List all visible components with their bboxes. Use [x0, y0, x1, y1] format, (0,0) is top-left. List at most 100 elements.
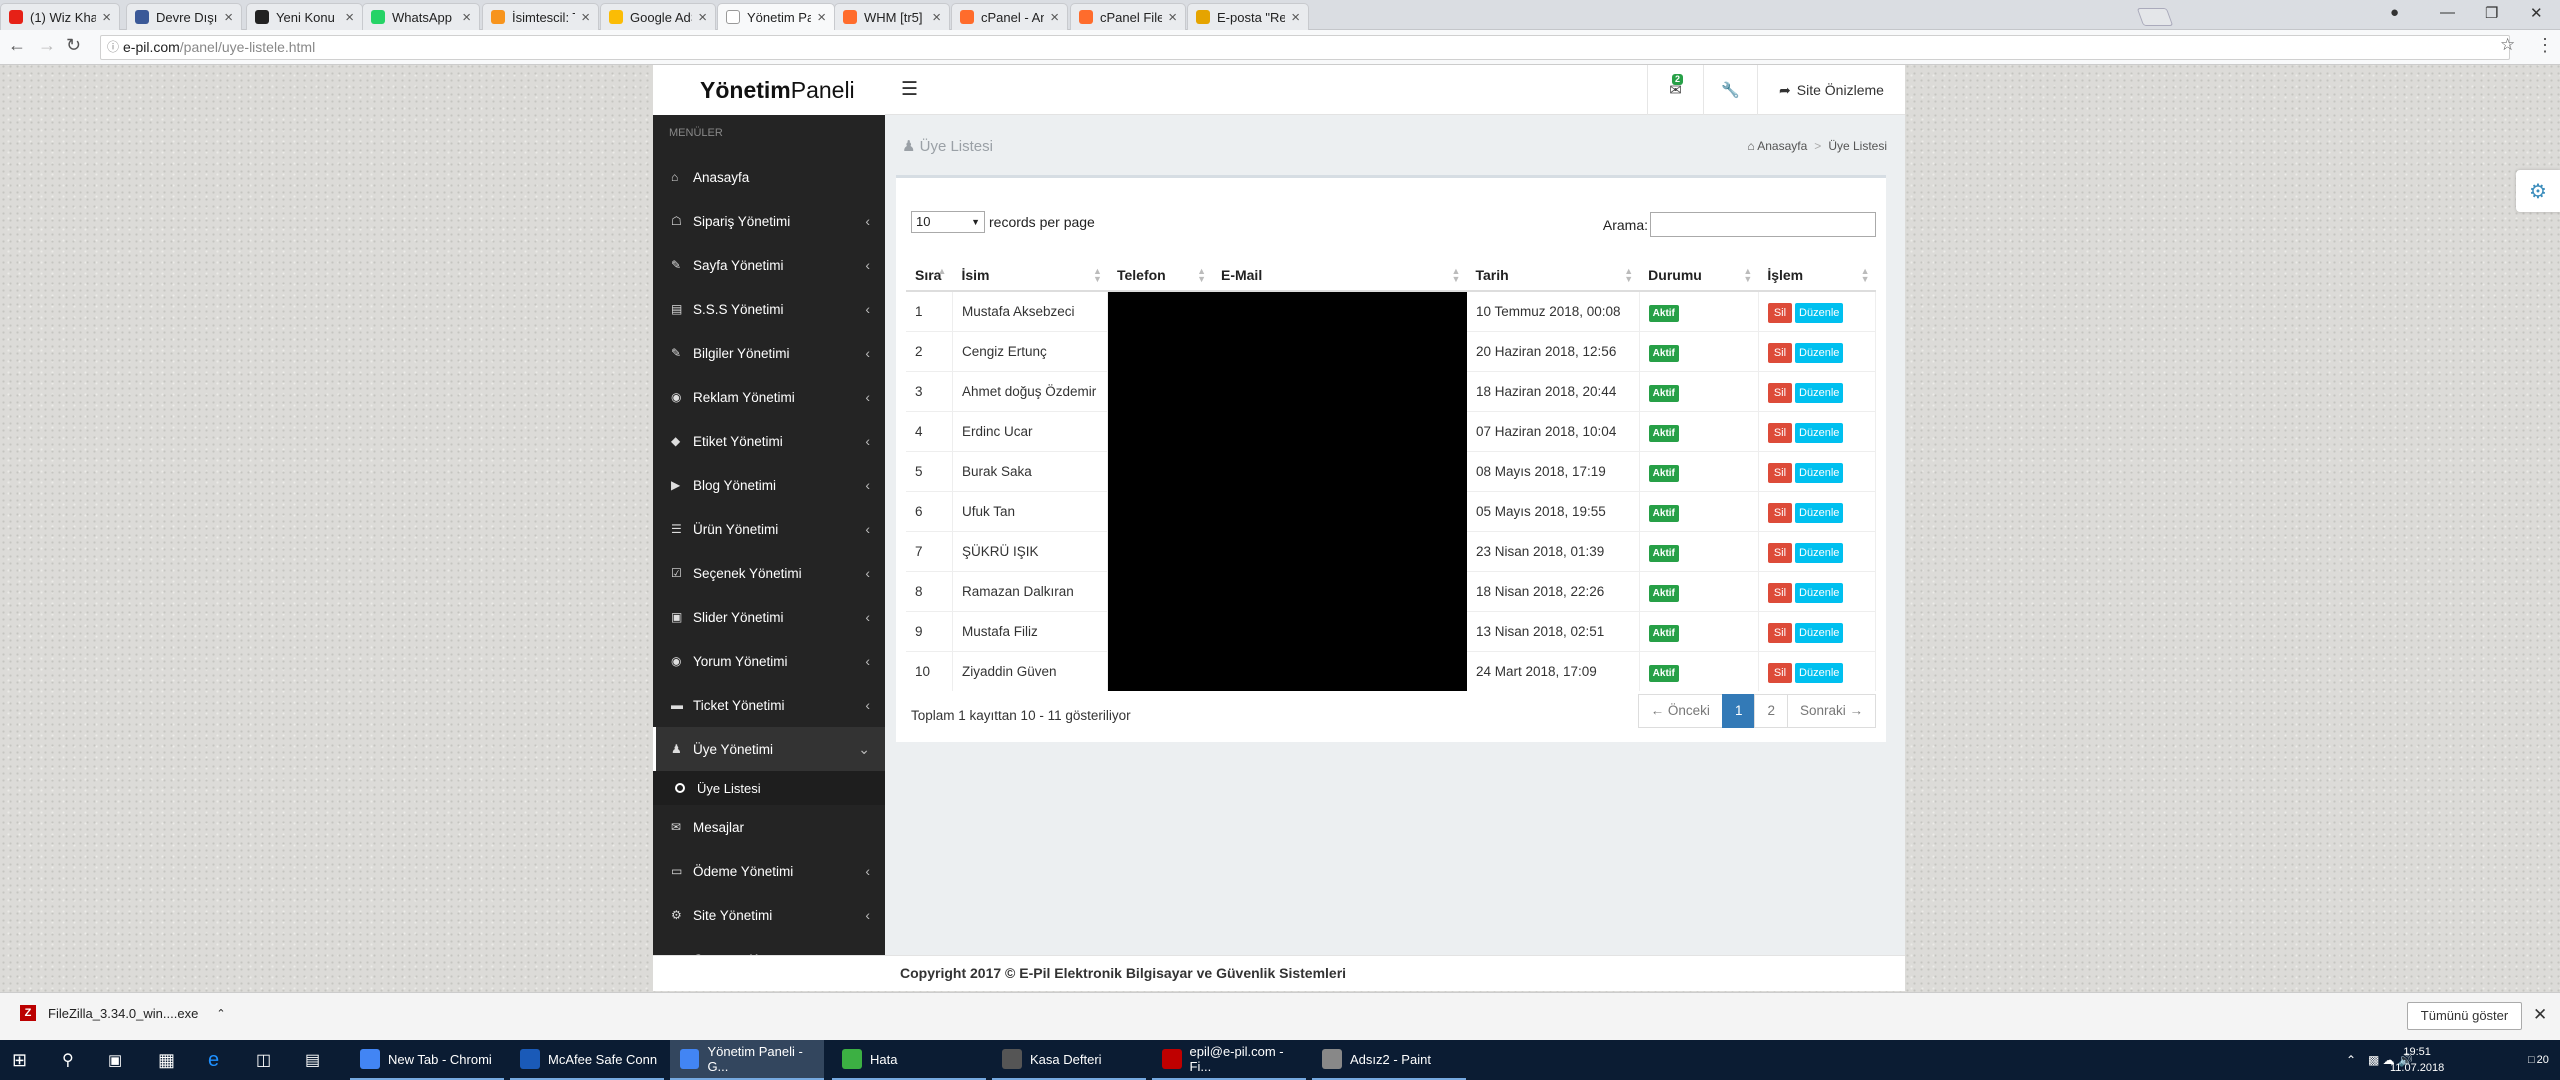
- search-icon[interactable]: ⚲: [62, 1040, 74, 1080]
- tab-close-icon[interactable]: ×: [224, 9, 233, 26]
- column-header[interactable]: Durumu ▲ ▼: [1639, 259, 1759, 292]
- sidebar-item[interactable]: ☑ Seçenek Yönetimi ‹: [653, 551, 885, 595]
- tab-close-icon[interactable]: ×: [1168, 9, 1177, 26]
- taskbar-app[interactable]: McAfee Safe Conn: [510, 1040, 664, 1080]
- sidebar-item[interactable]: ◉ Yorum Yönetimi ‹: [653, 639, 885, 683]
- tab-close-icon[interactable]: ×: [102, 9, 111, 26]
- info-icon[interactable]: ⓘ: [107, 36, 119, 59]
- sidebar-item[interactable]: ⚙ Site Yönetimi ‹: [653, 893, 885, 937]
- browser-tab[interactable]: İsimtescil: Türkiye'nin En ×: [482, 3, 599, 30]
- sidebar-subitem-uye-listesi[interactable]: Üye Listesi: [653, 771, 885, 805]
- sidebar-item[interactable]: ◉ Reklam Yönetimi ‹: [653, 375, 885, 419]
- tab-close-icon[interactable]: ×: [698, 9, 707, 26]
- tab-close-icon[interactable]: ×: [1291, 9, 1300, 26]
- pagination-page[interactable]: 2: [1754, 694, 1788, 728]
- browser-tab[interactable]: (1) Wiz Khalifa - Gin & Dr ×: [0, 3, 120, 30]
- tab-close-icon[interactable]: ×: [462, 9, 471, 26]
- breadcrumb-home[interactable]: Anasayfa: [1757, 139, 1807, 153]
- browser-tab[interactable]: cPanel File Manager v3 ×: [1070, 3, 1186, 30]
- browser-tab[interactable]: WHM [tr5] Şifre Değiştirme ×: [834, 3, 950, 30]
- taskbar-app[interactable]: Adsız2 - Paint: [1312, 1040, 1466, 1080]
- taskbar-app[interactable]: Yönetim Paneli - G...: [670, 1040, 824, 1080]
- maximize-button[interactable]: ❐: [2485, 4, 2498, 22]
- sidebar-item[interactable]: ◆ Etiket Yönetimi ‹: [653, 419, 885, 463]
- column-header[interactable]: Telefon ▲ ▼: [1107, 259, 1212, 292]
- profile-icon[interactable]: ●: [2390, 4, 2399, 21]
- close-icon[interactable]: ✕: [2533, 1005, 2547, 1025]
- browser-tab[interactable]: Yönetim Paneli ×: [717, 3, 835, 30]
- browser-tab[interactable]: WhatsApp ×: [362, 3, 480, 30]
- edit-button[interactable]: Düzenle: [1795, 662, 1844, 683]
- delete-button[interactable]: Sil: [1767, 382, 1793, 403]
- delete-button[interactable]: Sil: [1767, 662, 1793, 683]
- forward-icon[interactable]: →: [38, 35, 56, 56]
- column-header[interactable]: Sıra ▲: [906, 259, 953, 292]
- browser-tab[interactable]: cPanel - Ana Dizin ×: [951, 3, 1068, 30]
- settings-gear-icon[interactable]: ⚙: [2516, 170, 2560, 212]
- taskbar-app[interactable]: epil@e-pil.com - Fi...: [1152, 1040, 1306, 1080]
- pagination-prev[interactable]: ← Önceki: [1637, 694, 1723, 728]
- column-header[interactable]: İşlem ▲ ▼: [1758, 259, 1876, 292]
- edit-button[interactable]: Düzenle: [1795, 422, 1844, 443]
- sidebar-item-uye-yonetimi[interactable]: ♟ Üye Yönetimi ⌄: [653, 727, 885, 771]
- edit-button[interactable]: Düzenle: [1795, 342, 1844, 363]
- delete-button[interactable]: Sil: [1767, 622, 1793, 643]
- edit-button[interactable]: Düzenle: [1795, 382, 1844, 403]
- taskbar-app[interactable]: Kasa Defteri: [992, 1040, 1146, 1080]
- sidebar-item[interactable]: ✉ Mesajlar: [653, 805, 885, 849]
- tab-close-icon[interactable]: ×: [1050, 9, 1059, 26]
- taskbar-app[interactable]: Hata: [832, 1040, 986, 1080]
- edge-icon[interactable]: e: [208, 1040, 219, 1080]
- sidebar-item[interactable]: ☖ Sipariş Yönetimi ‹: [653, 199, 885, 243]
- windows-start-icon[interactable]: ⊞: [12, 1040, 27, 1080]
- sidebar-item[interactable]: ✎ Sayfa Yönetimi ‹: [653, 243, 885, 287]
- search-input[interactable]: [1650, 212, 1876, 237]
- edit-button[interactable]: Düzenle: [1795, 302, 1844, 323]
- delete-button[interactable]: Sil: [1767, 462, 1793, 483]
- tab-close-icon[interactable]: ×: [345, 9, 354, 26]
- edit-button[interactable]: Düzenle: [1795, 582, 1844, 603]
- clock[interactable]: 19:51 11.07.2018: [2390, 1044, 2444, 1076]
- column-header[interactable]: E-Mail ▲ ▼: [1211, 259, 1467, 292]
- site-preview-button[interactable]: ➦ Site Önizleme: [1757, 65, 1905, 115]
- column-header[interactable]: Tarih ▲ ▼: [1466, 259, 1640, 292]
- menu-icon[interactable]: ⋮: [2536, 35, 2554, 56]
- messages-button[interactable]: ✉ 2: [1647, 65, 1703, 115]
- delete-button[interactable]: Sil: [1767, 542, 1793, 563]
- delete-button[interactable]: Sil: [1767, 342, 1793, 363]
- edit-button[interactable]: Düzenle: [1795, 542, 1844, 563]
- browser-tab[interactable]: Google AdSense ×: [600, 3, 716, 30]
- close-window-button[interactable]: ✕: [2530, 4, 2543, 22]
- delete-button[interactable]: Sil: [1767, 582, 1793, 603]
- download-item[interactable]: Z FileZilla_3.34.0_win....exe ⌃: [20, 1005, 226, 1021]
- tab-close-icon[interactable]: ×: [817, 9, 826, 26]
- sidebar-item[interactable]: ▤ S.S.S Yönetimi ‹: [653, 287, 885, 331]
- delete-button[interactable]: Sil: [1767, 502, 1793, 523]
- edit-button[interactable]: Düzenle: [1795, 622, 1844, 643]
- brand-logo[interactable]: YönetimPaneli: [653, 65, 885, 115]
- action-center-icon[interactable]: □ 20: [2528, 1040, 2549, 1080]
- taskbar-app[interactable]: New Tab - Chromi: [350, 1040, 504, 1080]
- explorer-icon[interactable]: ◫: [256, 1040, 271, 1080]
- browser-tab[interactable]: Yeni Konu aç - R10.net ×: [246, 3, 363, 30]
- show-all-button[interactable]: Tümünü göster: [2407, 1002, 2522, 1030]
- minimize-button[interactable]: —: [2440, 4, 2455, 21]
- delete-button[interactable]: Sil: [1767, 422, 1793, 443]
- delete-button[interactable]: Sil: [1767, 302, 1793, 323]
- task-view-icon[interactable]: ▣: [108, 1040, 122, 1080]
- wrench-icon[interactable]: 🔧: [1703, 65, 1757, 115]
- browser-tab[interactable]: Devre Dışı Bırakılan Ödeme ×: [126, 3, 242, 30]
- sidebar-item[interactable]: ⌂ Anasayfa: [653, 155, 885, 199]
- tab-close-icon[interactable]: ×: [581, 9, 590, 26]
- reload-icon[interactable]: ↻: [66, 35, 81, 56]
- sidebar-item[interactable]: ☰ Ürün Yönetimi ‹: [653, 507, 885, 551]
- pagination-page[interactable]: 1: [1721, 694, 1756, 728]
- new-tab-button[interactable]: [2136, 8, 2174, 26]
- chevron-up-icon[interactable]: ⌃: [216, 1007, 225, 1020]
- back-icon[interactable]: ←: [8, 35, 26, 56]
- sidebar-item[interactable]: ✎ Bilgiler Yönetimi ‹: [653, 331, 885, 375]
- sidebar-item[interactable]: ▶ Blog Yönetimi ‹: [653, 463, 885, 507]
- page-length-select[interactable]: 10 ▼: [911, 211, 985, 233]
- column-header[interactable]: İsim ▲ ▼: [952, 259, 1108, 292]
- sidebar-item[interactable]: ▬ Ticket Yönetimi ‹: [653, 683, 885, 727]
